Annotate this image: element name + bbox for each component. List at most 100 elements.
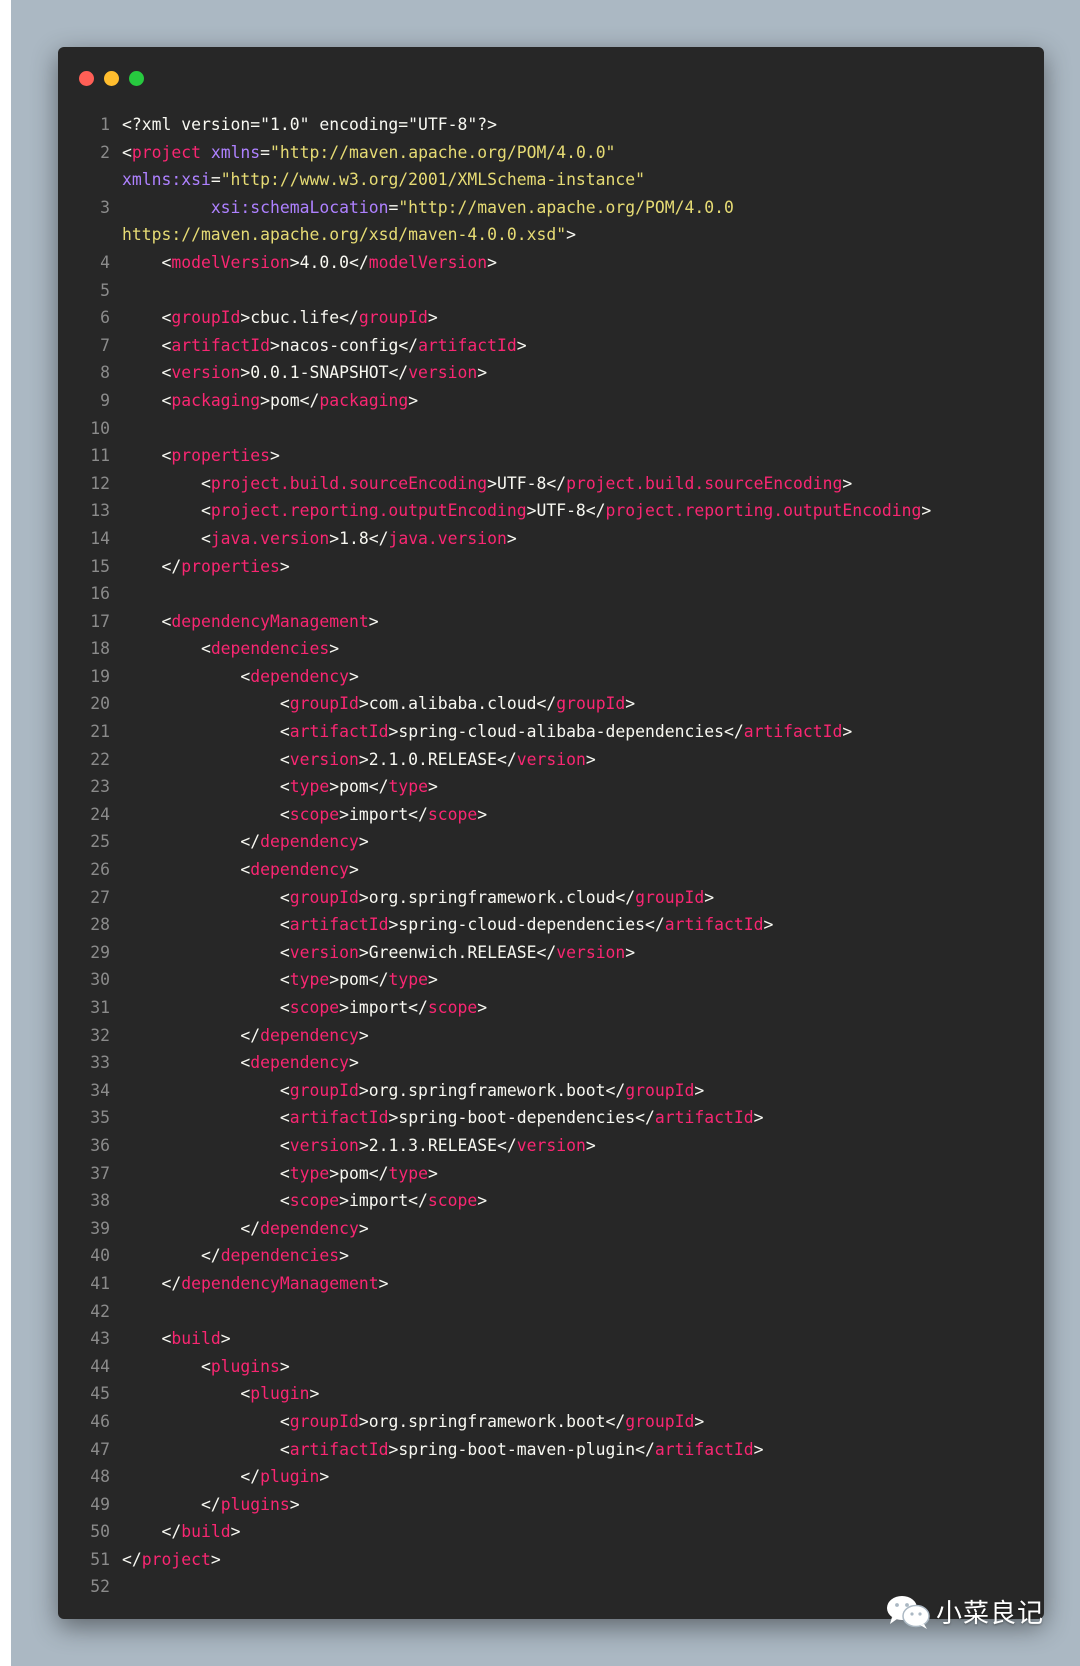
code-line: 51 </project> — [58, 1546, 1044, 1574]
code-line: 44 <plugins> — [58, 1353, 1044, 1381]
code-line: 29 <version>Greenwich.RELEASE</version> — [58, 939, 1044, 967]
code-token: >org.springframework.boot</ — [358, 1080, 626, 1100]
code-token: > — [477, 363, 488, 383]
code-token: > — [408, 390, 419, 410]
line-text: <groupId>org.springframework.boot</group… — [110, 1077, 1044, 1105]
code-token: xsi:schemaLocation — [210, 197, 389, 217]
line-text: <dependencyManagement> — [110, 608, 1044, 636]
line-text — [110, 277, 1044, 305]
code-line: 40 </dependencies> — [58, 1242, 1044, 1270]
code-token: < — [122, 1053, 251, 1073]
line-number: 44 — [90, 1356, 110, 1376]
code-token: >1.8</ — [329, 528, 389, 548]
code-token: > — [753, 1108, 764, 1128]
line-text: <properties> — [110, 442, 1044, 470]
line-number: 37 — [90, 1163, 110, 1183]
code-token: </ — [122, 1467, 261, 1487]
code-line: 22 <version>2.1.0.RELEASE</version> — [58, 746, 1044, 774]
line-number: 26 — [90, 860, 110, 880]
code-token: java.version — [388, 528, 507, 548]
code-token: >pom</ — [329, 970, 389, 990]
code-line: 16 — [58, 580, 1044, 608]
line-number: 51 — [90, 1549, 110, 1569]
code-token: > — [339, 1246, 349, 1266]
code-token: project — [131, 142, 201, 162]
code-line: 34 <groupId>org.springframework.boot</gr… — [58, 1077, 1044, 1105]
code-token: </ — [122, 1549, 142, 1569]
line-text: <project.build.sourceEncoding>UTF-8</pro… — [110, 470, 1044, 498]
line-number: 27 — [90, 887, 110, 907]
code-token: version — [516, 749, 586, 769]
code-line: 1 <?xml version="1.0" encoding="UTF-8"?> — [58, 111, 1044, 139]
line-text: <build> — [110, 1325, 1044, 1353]
code-token: type — [289, 777, 330, 797]
code-token: packaging — [171, 390, 261, 410]
code-token: > — [585, 749, 596, 769]
code-token: > — [289, 1494, 300, 1514]
code-token: < — [122, 666, 251, 686]
code-token: > — [694, 1411, 705, 1431]
line-text: <groupId>org.springframework.boot</group… — [110, 1408, 1044, 1436]
line-text: </project> — [110, 1546, 1044, 1574]
code-token: >import</ — [339, 804, 428, 824]
code-token: < — [122, 611, 172, 631]
line-text: </dependencies> — [110, 1242, 1044, 1270]
line-number: 25 — [90, 832, 110, 852]
maximize-dot-icon — [129, 71, 144, 86]
code-token: = — [210, 170, 221, 190]
code-token: modelVersion — [171, 252, 290, 272]
code-token: plugin — [250, 1384, 310, 1404]
code-token: < — [122, 694, 290, 714]
line-number: 48 — [90, 1467, 110, 1487]
code-token: >cbuc.life</ — [240, 308, 359, 328]
code-token: "http://maven.apache.org/POM/4.0.0" — [270, 142, 616, 162]
code-token: xmlns:xsi — [122, 170, 211, 190]
line-text: <artifactId>nacos-config</artifactId> — [110, 332, 1044, 360]
code-token: > — [753, 1439, 764, 1459]
code-token: build — [171, 1329, 221, 1349]
line-text: <version>0.0.1-SNAPSHOT</version> — [110, 359, 1044, 387]
line-text: <dependency> — [110, 1049, 1044, 1077]
code-token: artifactId — [171, 335, 271, 355]
line-text: <dependency> — [110, 856, 1044, 884]
code-token: < — [122, 860, 251, 880]
line-text — [110, 415, 1044, 443]
code-token: "http://www.w3.org/2001/XMLSchema-instan… — [220, 170, 646, 190]
code-block[interactable]: 1 <?xml version="1.0" encoding="UTF-8"?> 2… — [58, 111, 1044, 1601]
line-number: 6 — [100, 308, 110, 328]
code-line: 38 <scope>import</scope> — [58, 1187, 1044, 1215]
code-token: < — [122, 1108, 290, 1128]
code-token: > — [279, 556, 290, 576]
code-token: version — [289, 942, 359, 962]
line-number: 45 — [90, 1384, 110, 1404]
code-token: artifactId — [418, 335, 517, 355]
code-token: >spring-cloud-alibaba-dependencies</ — [388, 722, 744, 742]
code-line: 21 <artifactId>spring-cloud-alibaba-depe… — [58, 718, 1044, 746]
line-number: 13 — [90, 501, 110, 521]
code-line: 48 </plugin> — [58, 1463, 1044, 1491]
code-token: version — [171, 363, 241, 383]
code-token: version — [516, 1135, 586, 1155]
line-text: <version>Greenwich.RELEASE</version> — [110, 939, 1044, 967]
code-token: </ — [122, 1246, 221, 1266]
line-number: 38 — [90, 1191, 110, 1211]
code-token: groupId — [289, 887, 359, 907]
code-token: artifactId — [743, 722, 843, 742]
code-token: > — [319, 1467, 330, 1487]
line-number: 43 — [90, 1329, 110, 1349]
line-text: <scope>import</scope> — [110, 1187, 1044, 1215]
line-text: <dependency> — [110, 663, 1044, 691]
line-number: 52 — [90, 1577, 110, 1597]
code-line: 17 <dependencyManagement> — [58, 608, 1044, 636]
code-token: < — [122, 749, 290, 769]
code-token: = — [388, 197, 399, 217]
code-token: = — [260, 142, 271, 162]
code-token: groupId — [635, 887, 705, 907]
line-number: 21 — [90, 722, 110, 742]
code-token: scope — [427, 804, 478, 824]
line-number: 9 — [100, 390, 110, 410]
code-token: < — [122, 998, 290, 1017]
line-text: <scope>import</scope> — [110, 801, 1044, 829]
code-token: </ — [122, 1025, 261, 1045]
code-line: 20 <groupId>com.alibaba.cloud</groupId> — [58, 690, 1044, 718]
